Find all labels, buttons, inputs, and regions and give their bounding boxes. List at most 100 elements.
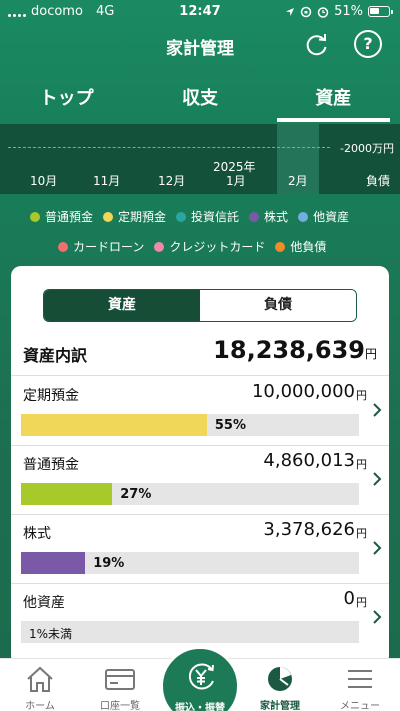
status-right: 51%	[285, 4, 393, 19]
segment-liabilities[interactable]: 負債	[200, 290, 356, 321]
summary-total: 18,238,639	[213, 336, 365, 364]
legend-item: 定期預金	[103, 208, 166, 225]
legend-label: 他負債	[290, 240, 327, 254]
asset-row[interactable]: 株式 3,378,626 円 19%	[11, 515, 389, 584]
legend-item: 投資信託	[176, 208, 239, 225]
asset-row[interactable]: 定期預金 10,000,000 円 55%	[11, 377, 389, 446]
legend-item: クレジットカード	[154, 238, 265, 255]
pie-chart-icon	[268, 667, 292, 691]
legend-dot	[30, 211, 40, 222]
timeline-liability-label: 負債	[366, 174, 391, 188]
timeline-axis-line	[8, 147, 330, 148]
legend-label: 他資産	[313, 210, 350, 224]
timeline-month[interactable]: 10月	[30, 172, 57, 189]
nav-household[interactable]: 家計管理	[240, 659, 320, 711]
chevron-right-icon[interactable]	[371, 403, 383, 417]
asset-amount: 0	[343, 588, 355, 609]
battery-percent: 51%	[334, 4, 363, 19]
status-bar: docomo 4G 12:47 51%	[0, 0, 400, 24]
segment-assets[interactable]: 資産	[44, 290, 200, 321]
asset-unit: 円	[356, 596, 367, 609]
menu-icon	[348, 670, 372, 688]
battery-icon	[368, 6, 393, 17]
legend-dot	[176, 211, 187, 222]
asset-name: 定期預金	[23, 388, 79, 404]
legend-label: 株式	[264, 210, 289, 224]
transfer-label: 振込・振替	[175, 703, 225, 711]
asset-summary: 資産内訳 18,238,639 円	[11, 332, 389, 376]
help-icon[interactable]: ?	[354, 30, 382, 58]
asset-percent: 19%	[93, 556, 125, 571]
asset-row[interactable]: 普通預金 4,860,013 円 27%	[11, 446, 389, 515]
legend-label: 定期預金	[118, 210, 167, 224]
asset-bar-fill	[21, 414, 207, 436]
asset-unit: 円	[356, 458, 367, 471]
legend-dot	[58, 241, 68, 252]
home-icon	[27, 666, 53, 692]
legend-item: 他負債	[275, 238, 326, 255]
asset-percent: 1%未満	[29, 627, 73, 641]
legend-row: カードローン クレジットカード 他負債	[58, 238, 336, 255]
nav-home[interactable]: ホーム	[0, 659, 80, 711]
asset-liability-toggle: 資産 負債	[43, 289, 357, 322]
legend-label: 投資信託	[191, 210, 240, 224]
chevron-right-icon[interactable]	[371, 472, 383, 486]
legend-dot	[275, 241, 286, 252]
app-header: 家計管理 ?	[0, 26, 400, 66]
asset-amount: 3,378,626	[263, 519, 355, 540]
asset-amount: 4,860,013	[263, 450, 355, 471]
asset-name: 他資産	[23, 595, 65, 611]
asset-unit: 円	[356, 389, 367, 402]
chevron-right-icon[interactable]	[371, 541, 383, 555]
nav-label: メニュー	[340, 701, 380, 711]
asset-unit: 円	[356, 527, 367, 540]
asset-name: 普通預金	[23, 457, 79, 473]
legend-dot	[249, 211, 260, 222]
chevron-right-icon[interactable]	[371, 610, 383, 624]
timeline-axis-label: -2000万円	[340, 142, 394, 155]
legend-label: クレジットカード	[169, 240, 266, 254]
main-tabs: トップ 収支 資産	[0, 72, 400, 122]
asset-bar	[21, 552, 359, 574]
legend-item: カードローン	[58, 238, 144, 255]
card-icon	[105, 669, 135, 690]
summary-label: 資産内訳	[23, 346, 88, 365]
legend-dot	[103, 211, 114, 222]
tab-top[interactable]: トップ	[0, 72, 133, 122]
legend-item: 普通預金	[30, 208, 93, 225]
nav-menu[interactable]: メニュー	[320, 659, 400, 711]
asset-bar-fill	[21, 552, 86, 574]
legend-item: 株式	[249, 208, 288, 225]
timeline-month[interactable]: 11月	[93, 172, 120, 189]
alarm-icon	[317, 6, 329, 18]
location-icon	[286, 7, 295, 16]
legend-item: 他資産	[298, 208, 349, 225]
asset-bar	[21, 414, 359, 436]
asset-percent: 55%	[214, 418, 247, 433]
nav-accounts[interactable]: 口座一覧	[80, 659, 160, 711]
legend-dot	[154, 241, 165, 252]
legend-label: カードローン	[73, 240, 145, 254]
transfer-yen-icon	[188, 663, 214, 690]
tab-assets[interactable]: 資産	[267, 72, 400, 122]
summary-unit: 円	[364, 347, 377, 361]
asset-amount: 10,000,000	[251, 381, 355, 402]
asset-name: 株式	[23, 526, 51, 542]
asset-row[interactable]: 他資産 0 円 1%未満	[11, 584, 389, 653]
asset-percent: 27%	[120, 487, 152, 502]
timeline-month[interactable]: 1月	[226, 172, 246, 189]
nav-label: 口座一覧	[100, 701, 140, 711]
refresh-icon[interactable]	[304, 32, 330, 58]
legend-label: 普通預金	[45, 210, 94, 224]
nav-label: 家計管理	[260, 701, 300, 711]
asset-bar	[21, 483, 359, 505]
timeline-month[interactable]: 12月	[158, 172, 185, 189]
nav-label: ホーム	[25, 701, 55, 711]
asset-timeline: -2000万円 10月 11月 12月 2025年 1月 2月 負債	[0, 124, 400, 194]
tab-income-expense[interactable]: 収支	[133, 72, 266, 122]
legend-dot	[298, 211, 309, 222]
asset-bar-fill	[21, 483, 113, 505]
asset-breakdown-card: 資産 負債 資産内訳 18,238,639 円 定期預金 10,000,000 …	[11, 266, 389, 666]
page-title: 家計管理	[166, 39, 234, 59]
timeline-month[interactable]: 2月	[288, 172, 308, 189]
